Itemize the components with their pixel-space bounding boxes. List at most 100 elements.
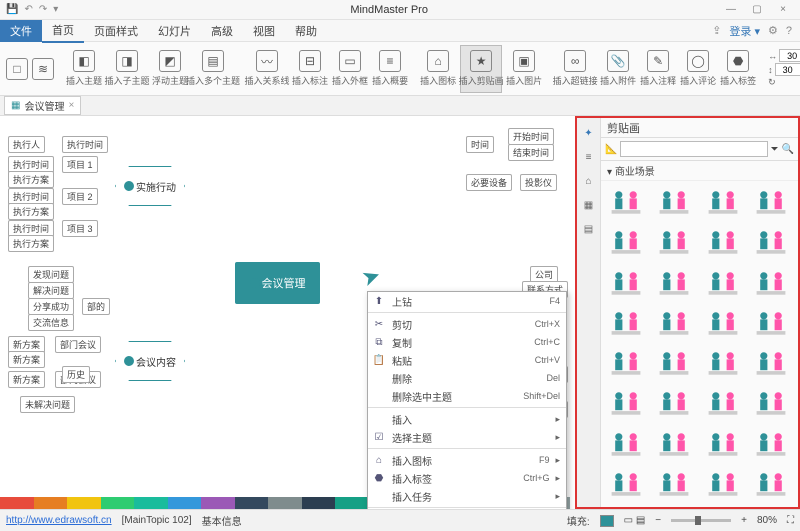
dropdown-icon[interactable]: ⏷ bbox=[771, 144, 779, 155]
clip-item[interactable] bbox=[702, 467, 744, 501]
ctx-item[interactable]: ⌂插入图标F9▸ bbox=[368, 451, 566, 469]
ctx-item[interactable]: 插入任务▸ bbox=[368, 487, 566, 505]
clip-item[interactable] bbox=[750, 185, 792, 219]
clip-item[interactable] bbox=[605, 266, 647, 300]
ribbon-insert-topic[interactable]: ◧插入主题 bbox=[66, 45, 102, 93]
color-swatch[interactable] bbox=[302, 497, 336, 509]
clip-item[interactable] bbox=[605, 467, 647, 501]
clip-category[interactable]: ▾ 商业场景 bbox=[601, 161, 798, 181]
leaf[interactable]: 执行人 bbox=[8, 136, 45, 153]
doctab-active[interactable]: ▦ 会议管理 × bbox=[4, 96, 81, 115]
zoom-slider[interactable] bbox=[671, 519, 731, 522]
ribbon-insert-subtopic[interactable]: ◨插入子主题 bbox=[106, 45, 148, 93]
clip-item[interactable] bbox=[702, 427, 744, 461]
ribbon-attach[interactable]: 📎插入附件 bbox=[600, 45, 636, 93]
refresh-icon[interactable]: ↻ bbox=[768, 77, 800, 88]
ctx-item[interactable]: ☑选择主题▸ bbox=[368, 428, 566, 446]
color-swatch[interactable] bbox=[101, 497, 135, 509]
clip-item[interactable] bbox=[750, 306, 792, 340]
sidetab-clipart[interactable]: ✦ bbox=[580, 124, 598, 142]
ribbon-big-1[interactable]: □ bbox=[6, 45, 28, 93]
ribbon-float-topic[interactable]: ◩浮动主题 bbox=[152, 45, 188, 93]
ribbon-hyperlink[interactable]: ∞插入超链接 bbox=[554, 45, 596, 93]
clip-item[interactable] bbox=[653, 225, 695, 259]
clip-item[interactable] bbox=[653, 467, 695, 501]
canvas[interactable]: 会议管理 实施行动 会议内容 执行人 执行时间 执行时间 项目 1 执行方案 执… bbox=[0, 116, 575, 509]
clip-item[interactable] bbox=[653, 266, 695, 300]
save-icon[interactable]: 💾 bbox=[6, 4, 18, 15]
tab-advanced[interactable]: 高级 bbox=[201, 20, 243, 42]
leaf[interactable]: 时间 bbox=[466, 136, 494, 153]
clip-item[interactable] bbox=[702, 225, 744, 259]
leaf[interactable]: 必要设备 bbox=[466, 174, 512, 191]
leaf[interactable]: 项目 1 bbox=[62, 156, 98, 173]
color-swatch[interactable] bbox=[0, 497, 34, 509]
leaf[interactable]: 交流信息 bbox=[28, 314, 74, 331]
leaf[interactable]: 历史 bbox=[62, 366, 90, 383]
clip-item[interactable] bbox=[702, 346, 744, 380]
leaf[interactable]: 部门会议 bbox=[55, 336, 101, 353]
tab-home[interactable]: 首页 bbox=[42, 19, 84, 43]
search-icon[interactable]: 🔍 bbox=[782, 144, 794, 155]
clip-item[interactable] bbox=[702, 306, 744, 340]
leaf[interactable]: 开始时间 bbox=[508, 128, 554, 145]
tab-slides[interactable]: 幻灯片 bbox=[148, 20, 201, 42]
color-swatch[interactable] bbox=[335, 497, 369, 509]
ribbon-comment[interactable]: ◯插入评论 bbox=[680, 45, 716, 93]
ribbon-multi-topic[interactable]: ▤插入多个主题 bbox=[192, 45, 234, 93]
ctx-item[interactable]: ⬣插入标签Ctrl+G▸ bbox=[368, 469, 566, 487]
redo-icon[interactable]: ↷ bbox=[39, 4, 47, 15]
leaf[interactable]: 解决问题 bbox=[28, 282, 74, 299]
doctab-close[interactable]: × bbox=[68, 100, 74, 111]
ribbon-relationship[interactable]: 〰插入关系线 bbox=[246, 45, 288, 93]
clip-item[interactable] bbox=[605, 306, 647, 340]
ruler-icon[interactable]: 📐 bbox=[605, 144, 617, 155]
leaf[interactable]: 项目 2 bbox=[62, 188, 98, 205]
sidetab-outline[interactable]: ≡ bbox=[580, 148, 598, 166]
clip-item[interactable] bbox=[750, 346, 792, 380]
clip-item[interactable] bbox=[750, 225, 792, 259]
clip-item[interactable] bbox=[605, 346, 647, 380]
leaf[interactable]: 项目 3 bbox=[62, 220, 98, 237]
clip-item[interactable] bbox=[653, 386, 695, 420]
ctx-item[interactable]: 📋粘贴Ctrl+V bbox=[368, 351, 566, 369]
node-action[interactable]: 实施行动 bbox=[115, 166, 185, 206]
leaf[interactable]: 部的 bbox=[82, 298, 110, 315]
ctx-item[interactable]: 删除选中主题Shift+Del bbox=[368, 387, 566, 405]
tab-help[interactable]: 帮助 bbox=[285, 20, 327, 42]
sidetab-search[interactable]: ▤ bbox=[580, 220, 598, 238]
color-swatch[interactable] bbox=[268, 497, 302, 509]
fill-swatch[interactable] bbox=[600, 515, 614, 527]
leaf[interactable]: 执行方案 bbox=[8, 235, 54, 252]
tab-style[interactable]: 页面样式 bbox=[84, 20, 148, 42]
leaf[interactable]: 执行时间 bbox=[62, 136, 108, 153]
fullscreen-icon[interactable]: ⛶ bbox=[787, 515, 794, 526]
status-link[interactable]: http://www.edrawsoft.cn bbox=[6, 515, 112, 526]
leaf[interactable]: 新方案 bbox=[8, 351, 45, 368]
clip-item[interactable] bbox=[702, 266, 744, 300]
share-icon[interactable]: ⇪ bbox=[712, 24, 721, 37]
ribbon-icon[interactable]: ⌂插入图标 bbox=[420, 45, 456, 93]
tab-view[interactable]: 视图 bbox=[243, 20, 285, 42]
clip-item[interactable] bbox=[750, 266, 792, 300]
sidetab-task[interactable]: ▦ bbox=[580, 196, 598, 214]
clip-item[interactable] bbox=[605, 386, 647, 420]
settings-icon[interactable]: ⚙ bbox=[768, 24, 778, 37]
hspace-input[interactable] bbox=[779, 49, 800, 62]
ctx-item[interactable]: ⬆上钻F4 bbox=[368, 292, 566, 310]
color-swatch[interactable] bbox=[67, 497, 101, 509]
leaf[interactable]: 新方案 bbox=[8, 371, 45, 388]
minimize-button[interactable]: — bbox=[722, 4, 740, 15]
file-menu[interactable]: 文件 bbox=[0, 20, 42, 42]
leaf[interactable]: 发现问题 bbox=[28, 266, 74, 283]
ctx-item[interactable]: 插入▸ bbox=[368, 410, 566, 428]
sidetab-icon[interactable]: ⌂ bbox=[580, 172, 598, 190]
qat-dropdown-icon[interactable]: ▾ bbox=[53, 4, 58, 15]
ctx-item[interactable]: ✂剪切Ctrl+X bbox=[368, 315, 566, 333]
ribbon-big-2[interactable]: ≋ bbox=[32, 45, 54, 93]
node-center[interactable]: 会议管理 bbox=[235, 262, 320, 304]
clip-item[interactable] bbox=[750, 467, 792, 501]
leaf[interactable]: 未解决问题 bbox=[20, 396, 75, 413]
view-icons[interactable]: ▭ ▤ bbox=[624, 515, 646, 526]
color-swatch[interactable] bbox=[235, 497, 269, 509]
